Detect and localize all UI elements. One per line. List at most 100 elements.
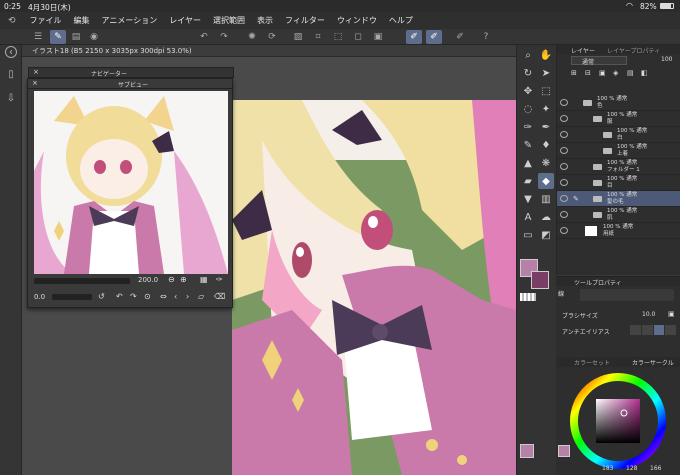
correction-icon[interactable]: ◩ bbox=[538, 227, 554, 243]
blend-icon[interactable]: ◆ bbox=[538, 173, 554, 189]
color-swatch-small[interactable] bbox=[520, 444, 534, 458]
eye-icon[interactable] bbox=[560, 115, 568, 122]
decorate-icon[interactable]: ❋ bbox=[538, 155, 554, 171]
back-icon[interactable]: ‹ bbox=[5, 46, 17, 58]
next-icon[interactable]: › bbox=[186, 292, 189, 301]
eyedropper-icon[interactable]: ✑ bbox=[216, 275, 223, 284]
zoom-slider-track[interactable] bbox=[34, 278, 130, 284]
brush-mode-icon[interactable]: ✎ bbox=[50, 30, 66, 44]
gradient-icon[interactable]: ▥ bbox=[538, 191, 554, 207]
balloon-icon[interactable]: ☁ bbox=[538, 209, 554, 225]
menu-layer[interactable]: レイヤー bbox=[169, 15, 201, 26]
layer-row-selected[interactable]: ✎ 100 % 通常 髪の毛 bbox=[557, 191, 680, 207]
menu-selection[interactable]: 選択範囲 bbox=[213, 15, 245, 26]
sub-color-swatch[interactable] bbox=[531, 271, 549, 289]
transform-icon[interactable]: ⟳ bbox=[264, 30, 280, 44]
layer-color-icon[interactable]: ◧ bbox=[641, 69, 648, 77]
brush-size-option-icon[interactable]: ▣ bbox=[668, 310, 675, 318]
antialias-selector[interactable] bbox=[630, 325, 676, 335]
select-all-icon[interactable]: ⬚ bbox=[330, 30, 346, 44]
eye-icon[interactable] bbox=[560, 163, 568, 170]
special-ruler-icon[interactable]: ✐ bbox=[452, 30, 468, 44]
fill-selection-icon[interactable]: ▨ bbox=[290, 30, 306, 44]
blend-mode-select[interactable]: 通常 bbox=[571, 56, 627, 66]
ref-layer-icon[interactable]: ◈ bbox=[613, 69, 618, 77]
view-icon[interactable]: ◉ bbox=[86, 30, 102, 44]
antialias-mid[interactable] bbox=[653, 325, 665, 335]
magic-wand-icon[interactable]: ✦ bbox=[538, 101, 554, 117]
menu-file[interactable]: ファイル bbox=[30, 15, 62, 26]
fill-icon[interactable]: ▼ bbox=[520, 191, 536, 207]
layer-row[interactable]: 100 % 通常 目 bbox=[557, 175, 680, 191]
clear-icon[interactable]: ✺ bbox=[244, 30, 260, 44]
tab-color-set[interactable]: カラーセット bbox=[574, 358, 610, 367]
document-icon[interactable]: ▯ bbox=[5, 69, 17, 81]
layer-row[interactable]: 100 % 通常 用紙 bbox=[557, 223, 680, 239]
flip-icon[interactable]: ⇔ bbox=[160, 292, 167, 301]
brush-icon[interactable]: ♦ bbox=[538, 137, 554, 153]
crop-icon[interactable]: ⌗ bbox=[310, 30, 326, 44]
eye-icon[interactable] bbox=[560, 195, 568, 202]
eye-icon[interactable] bbox=[560, 179, 568, 186]
close-icon[interactable]: × bbox=[33, 68, 39, 76]
tab-layer[interactable]: レイヤー bbox=[571, 46, 595, 55]
close-icon[interactable]: × bbox=[32, 79, 38, 87]
import-icon[interactable]: ⇩ bbox=[5, 93, 17, 105]
layer-row[interactable]: 100 % 通常 服 bbox=[557, 111, 680, 127]
zoom-out-icon[interactable]: ⊖ bbox=[168, 275, 175, 284]
deselect-icon[interactable]: ◻ bbox=[350, 30, 366, 44]
subview-preview[interactable] bbox=[34, 91, 228, 274]
draft-layer-icon[interactable]: ▤ bbox=[627, 69, 634, 77]
menu-animation[interactable]: アニメーション bbox=[102, 15, 158, 26]
reset-view-icon[interactable]: ⊙ bbox=[144, 292, 151, 301]
rotate-right-icon[interactable]: ↷ bbox=[130, 292, 137, 301]
quick-access-icon[interactable]: ▤ bbox=[68, 30, 84, 44]
layer-row[interactable]: 100 % 通常 肌 bbox=[557, 207, 680, 223]
operation-icon[interactable]: ➤ bbox=[538, 65, 554, 81]
eyedropper-icon[interactable]: ✑ bbox=[520, 119, 536, 135]
transparent-swatch[interactable] bbox=[520, 293, 536, 301]
text-icon[interactable]: A bbox=[520, 209, 536, 225]
pen-stabilize-icon[interactable]: ✐ bbox=[406, 30, 422, 44]
pen-icon[interactable]: ✒ bbox=[538, 119, 554, 135]
zoom-in-icon[interactable]: ⊕ bbox=[180, 275, 187, 284]
trash-icon[interactable]: ⌫ bbox=[214, 292, 225, 301]
antialias-weak[interactable] bbox=[641, 325, 653, 335]
menu-edit[interactable]: 編集 bbox=[74, 15, 90, 26]
lasso-icon[interactable]: ◌ bbox=[520, 101, 536, 117]
menu-icon[interactable]: ☰ bbox=[30, 30, 46, 44]
zoom-icon[interactable]: ⌕ bbox=[520, 47, 536, 63]
eye-icon[interactable] bbox=[560, 147, 568, 154]
main-color-indicator[interactable] bbox=[558, 445, 570, 457]
eye-icon[interactable] bbox=[560, 131, 568, 138]
fit-icon[interactable]: ▦ bbox=[200, 275, 208, 284]
invert-selection-icon[interactable]: ▣ bbox=[370, 30, 386, 44]
frame-icon[interactable]: ▭ bbox=[520, 227, 536, 243]
layer-row[interactable]: 100 % 通常 上着 bbox=[557, 143, 680, 159]
antialias-none[interactable] bbox=[630, 325, 641, 335]
reset-rotation-icon[interactable]: ↺ bbox=[98, 292, 105, 301]
move-icon[interactable]: ✥ bbox=[520, 83, 536, 99]
antialias-strong[interactable] bbox=[665, 325, 676, 335]
eye-icon[interactable] bbox=[560, 99, 568, 106]
menu-filter[interactable]: フィルター bbox=[285, 15, 325, 26]
tab-color-circle[interactable]: カラーサークル bbox=[632, 358, 674, 367]
color-wheel[interactable] bbox=[570, 373, 666, 469]
rotate-left-icon[interactable]: ↶ bbox=[116, 292, 123, 301]
lock-icon[interactable]: ⊟ bbox=[585, 69, 591, 77]
layer-row[interactable]: 100 % 通常 色 bbox=[557, 95, 680, 111]
redo-icon[interactable]: ↷ bbox=[216, 30, 232, 44]
menu-window[interactable]: ウィンドウ bbox=[337, 15, 377, 26]
document-tab[interactable]: イラスト18 (B5 2150 x 3035px 300dpi 53.0%) bbox=[22, 45, 516, 57]
layer-row[interactable]: 100 % 通常 フォルダー 1 bbox=[557, 159, 680, 175]
mask-icon[interactable]: ▣ bbox=[599, 69, 606, 77]
rotate-icon[interactable]: ↻ bbox=[520, 65, 536, 81]
rotate-slider-track[interactable] bbox=[52, 294, 92, 300]
tab-layer-property[interactable]: レイヤープロパティ bbox=[607, 46, 660, 55]
eye-icon[interactable] bbox=[560, 227, 568, 234]
ruler-snap-icon[interactable]: ✐ bbox=[426, 30, 442, 44]
menu-view[interactable]: 表示 bbox=[257, 15, 273, 26]
hand-icon[interactable]: ✋ bbox=[538, 47, 554, 63]
help-icon[interactable]: ? bbox=[478, 30, 494, 44]
layer-row[interactable]: 100 % 通常 白 bbox=[557, 127, 680, 143]
